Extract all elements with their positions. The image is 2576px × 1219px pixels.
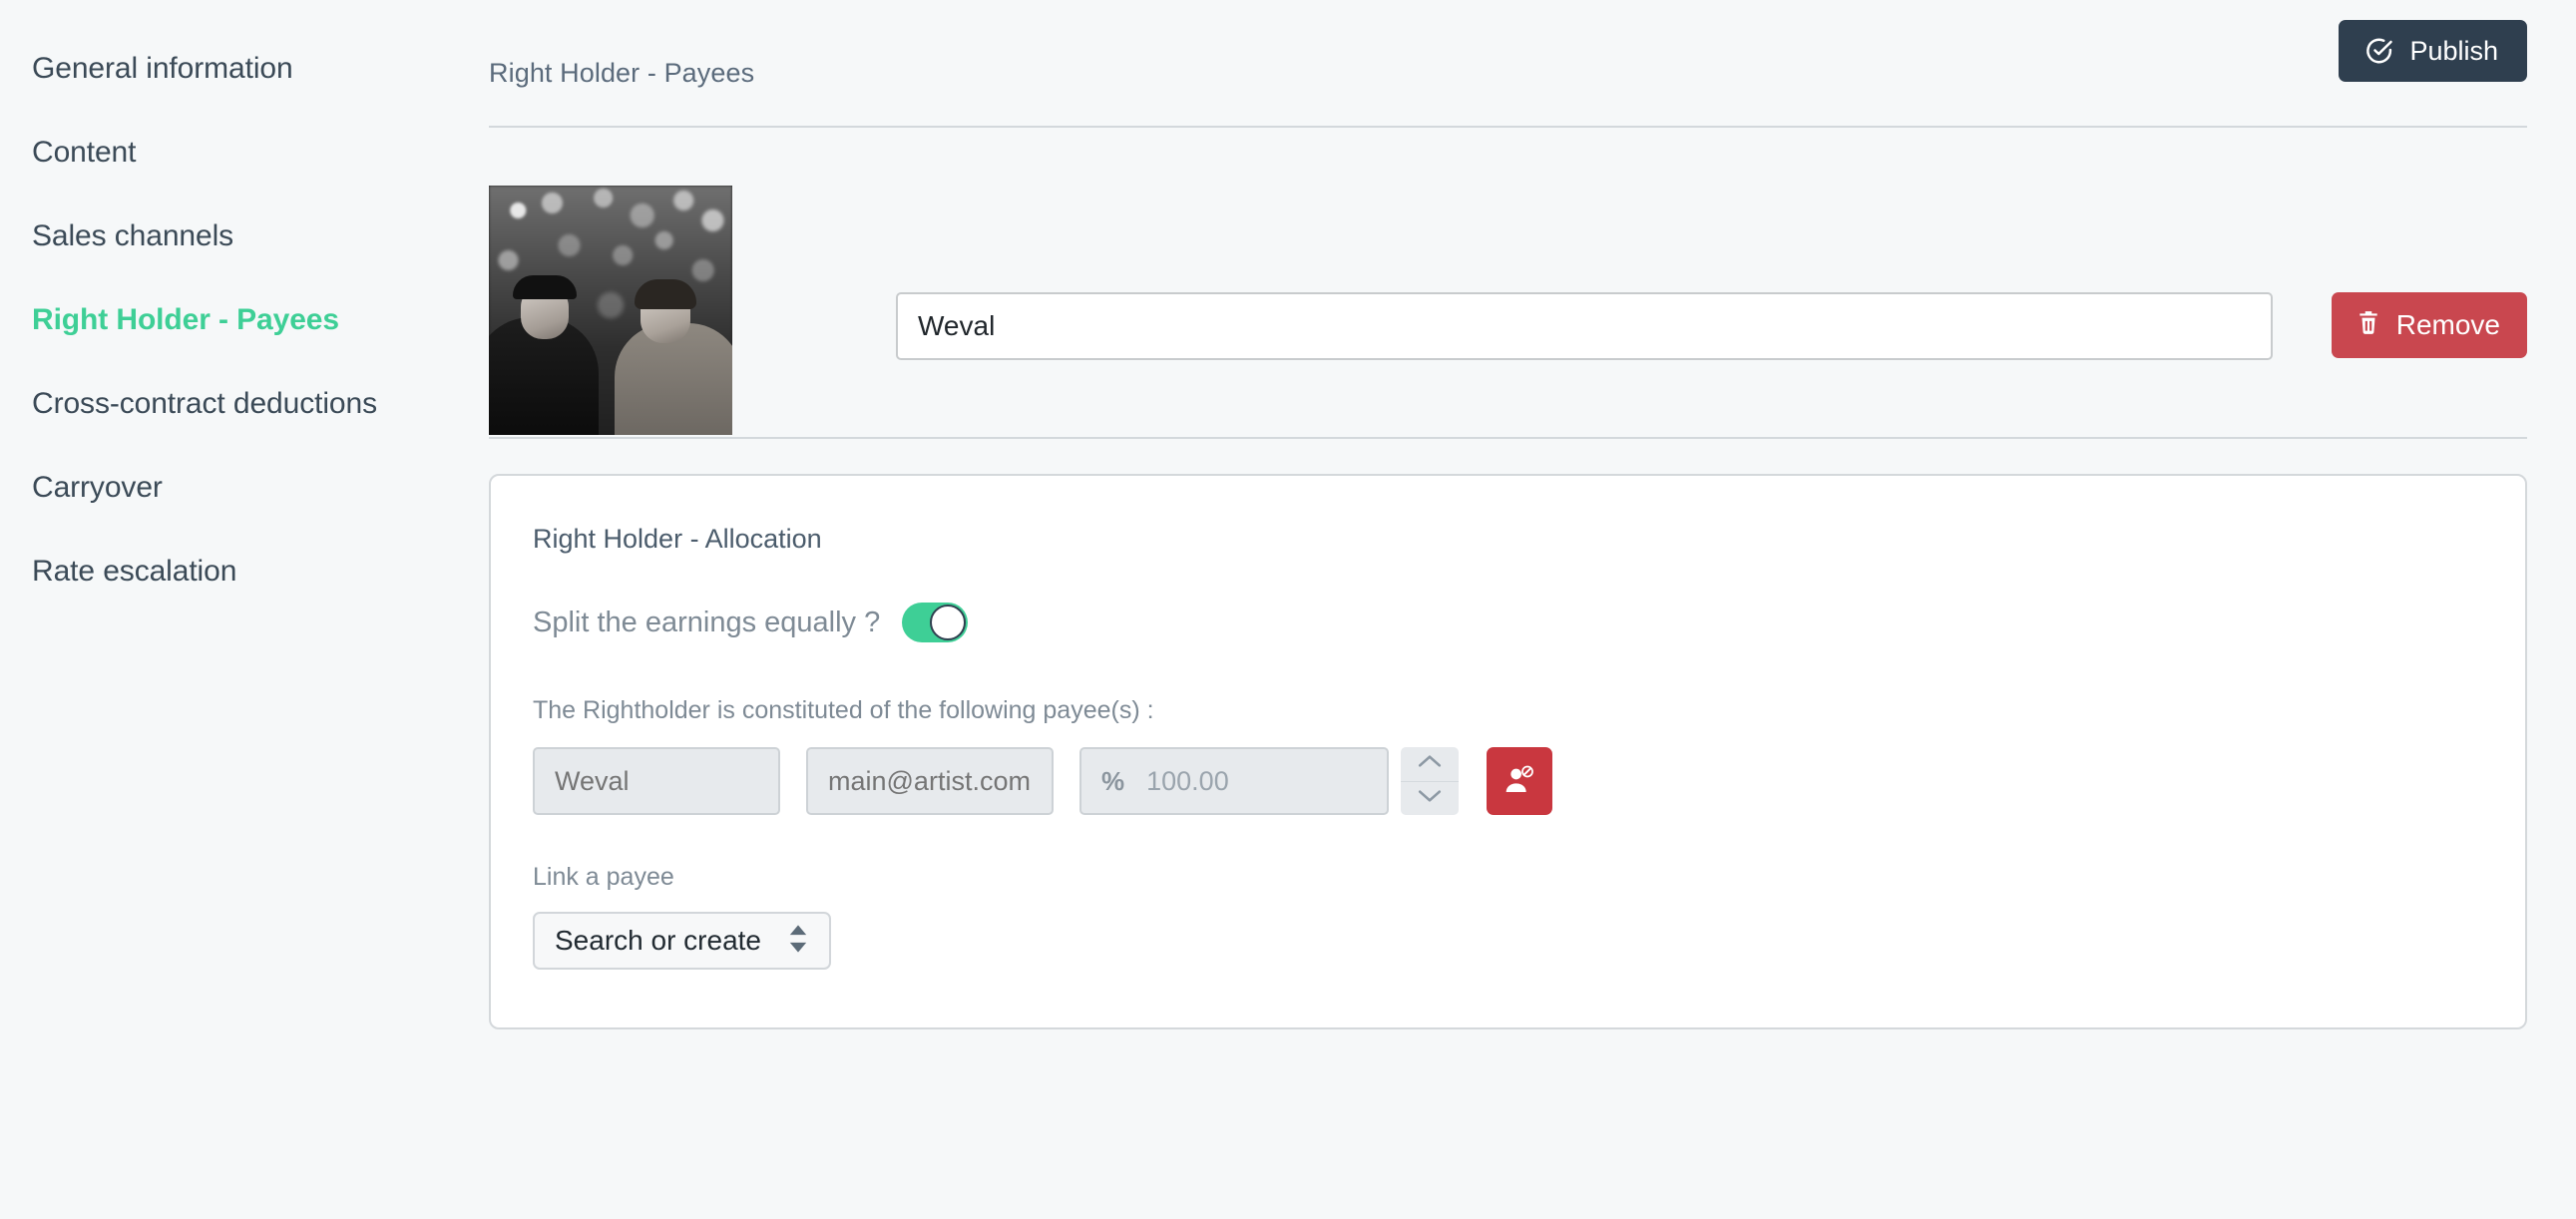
remove-right-holder-button[interactable]: Remove xyxy=(2331,292,2527,358)
chevron-down-icon xyxy=(1417,788,1443,809)
link-payee-select-value: Search or create xyxy=(555,925,761,956)
payee-name-input[interactable] xyxy=(533,747,780,815)
sidebar-item-cross-contract-deductions[interactable]: Cross-contract deductions xyxy=(0,373,447,435)
sidebar-item-right-holder-payees[interactable]: Right Holder - Payees xyxy=(0,289,447,351)
unlink-payee-button[interactable] xyxy=(1487,747,1552,815)
publish-button-label: Publish xyxy=(2409,35,2498,66)
check-circle-icon xyxy=(2363,36,2393,66)
split-earnings-label: Split the earnings equally ? xyxy=(533,606,881,638)
payee-percent-value: 100.00 xyxy=(1146,765,1229,796)
stepper-decrement-button[interactable] xyxy=(1401,782,1459,816)
section-divider xyxy=(489,437,2527,439)
split-earnings-toggle[interactable] xyxy=(902,603,969,642)
payee-row: % 100.00 xyxy=(533,747,2525,815)
user-block-icon xyxy=(1503,764,1535,799)
sidebar-item-carryover[interactable]: Carryover xyxy=(0,457,447,519)
split-earnings-row: Split the earnings equally ? xyxy=(533,603,2525,642)
allocation-title: Right Holder - Allocation xyxy=(533,524,822,554)
chevron-up-icon xyxy=(1417,753,1443,774)
sidebar-item-content[interactable]: Content xyxy=(0,122,447,184)
page-title: Right Holder - Payees xyxy=(489,58,755,88)
remove-button-label: Remove xyxy=(2395,309,2500,340)
payee-percent-stepper[interactable] xyxy=(1401,747,1459,815)
link-payee-label: Link a payee xyxy=(533,863,674,891)
allocation-card: Right Holder - Allocation Split the earn… xyxy=(489,474,2527,1029)
link-payee-select[interactable]: Search or create xyxy=(533,912,831,970)
main-content: Right Holder - Payees Publish Weval Remo… xyxy=(447,0,2576,1219)
payee-percent-group: % 100.00 xyxy=(1079,747,1459,815)
artist-photo xyxy=(489,186,732,435)
right-holder-row: Remove xyxy=(489,128,2527,437)
app-root: General information Content Sales channe… xyxy=(0,0,2576,1219)
publish-button[interactable]: Publish xyxy=(2339,20,2527,82)
trash-icon xyxy=(2356,309,2381,342)
sidebar-item-rate-escalation[interactable]: Rate escalation xyxy=(0,541,447,603)
sidebar: General information Content Sales channe… xyxy=(0,0,447,1219)
percent-sign-icon: % xyxy=(1101,765,1125,796)
chevron-up-down-icon xyxy=(787,924,809,959)
payees-description: The Rightholder is constituted of the fo… xyxy=(533,696,1154,724)
stepper-increment-button[interactable] xyxy=(1401,747,1459,782)
content-header: Right Holder - Payees Publish xyxy=(489,0,2527,126)
toggle-knob xyxy=(930,605,967,640)
right-holder-name-row: Remove xyxy=(896,292,2527,360)
sidebar-item-sales-channels[interactable]: Sales channels xyxy=(0,205,447,267)
payee-percent-input[interactable]: % 100.00 xyxy=(1079,747,1389,815)
sidebar-item-general-information[interactable]: General information xyxy=(0,38,447,100)
payee-email-input[interactable] xyxy=(806,747,1054,815)
right-holder-name-input[interactable] xyxy=(896,292,2273,360)
